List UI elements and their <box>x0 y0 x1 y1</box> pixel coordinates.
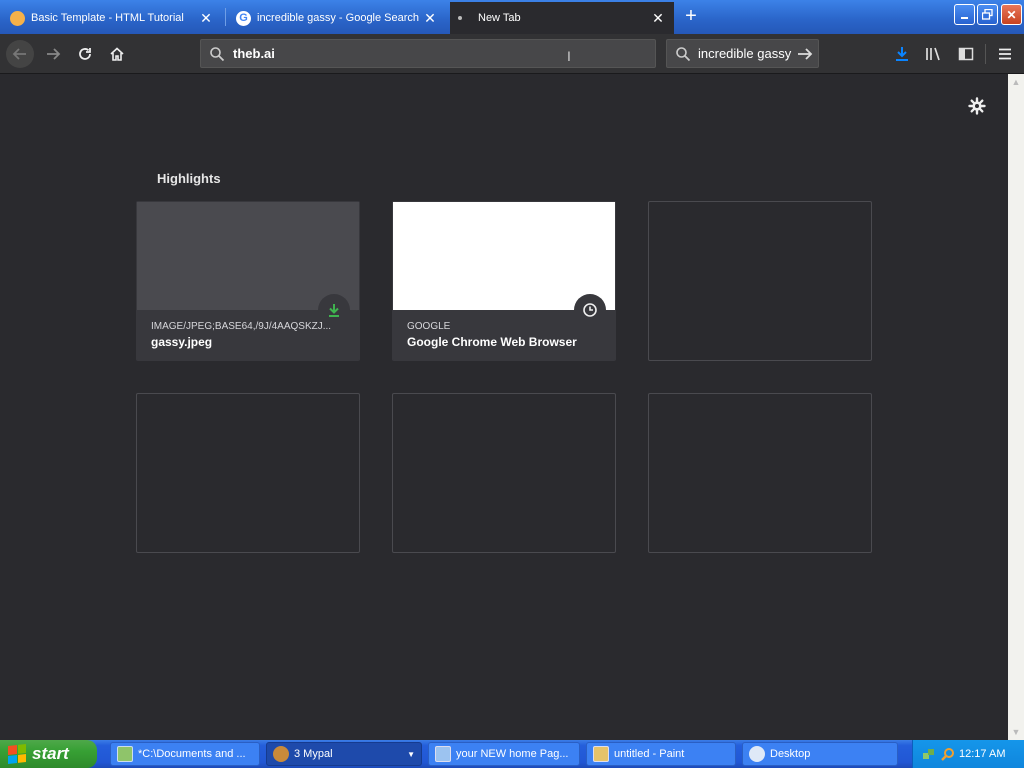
forward-arrow-icon[interactable] <box>39 40 67 68</box>
navigation-toolbar: theb.ai incredible gassy <box>0 34 1024 74</box>
card-thumbnail <box>393 202 615 310</box>
minimize-icon[interactable] <box>954 4 975 25</box>
close-tab-icon[interactable]: ✕ <box>422 10 438 26</box>
url-bar[interactable]: theb.ai <box>200 39 656 68</box>
highlights-heading: Highlights <box>157 171 221 186</box>
close-icon[interactable]: ✕ <box>1001 4 1022 25</box>
new-tab-page: Highlights IMAGE/JPEG;BASE64,/9J/4AAQSKZ… <box>0 74 1008 740</box>
library-icon[interactable] <box>920 40 948 68</box>
network-icon[interactable] <box>921 746 937 762</box>
orange-circle-icon <box>10 10 25 26</box>
taskbar-item-label: *C:\Documents and ... <box>138 748 246 760</box>
empty-highlight-slot <box>136 393 360 553</box>
taskbar-item-label: Desktop <box>770 748 811 760</box>
taskbar-item-mypal[interactable]: 3 Mypal ▼ <box>266 742 422 766</box>
new-tab-plus-icon[interactable]: + <box>680 5 702 27</box>
taskbar-item-desktop[interactable]: Desktop <box>742 742 898 766</box>
sidebar-icon[interactable] <box>952 40 980 68</box>
search-tray-icon[interactable] <box>940 746 956 762</box>
close-tab-icon[interactable]: ✕ <box>198 10 214 26</box>
mypal-icon <box>273 746 289 762</box>
card-context: IMAGE/JPEG;BASE64,/9J/4AAQSKZJ... <box>151 321 332 332</box>
hamburger-menu-icon[interactable] <box>991 40 1019 68</box>
taskbar-item-label: your NEW home Pag... <box>456 748 569 760</box>
taskbar-item-label: untitled - Paint <box>614 748 685 760</box>
home-icon[interactable] <box>103 40 131 68</box>
text-cursor-icon: I <box>567 48 571 64</box>
card-thumbnail <box>137 202 359 310</box>
tab-google-search[interactable]: G incredible gassy - Google Search ✕ <box>228 2 446 34</box>
tab-basic-template[interactable]: Basic Template - HTML Tutorial ✕ <box>2 2 222 34</box>
search-icon <box>675 46 691 62</box>
empty-highlight-slot <box>648 393 872 553</box>
downloads-icon[interactable] <box>888 40 916 68</box>
start-button[interactable]: start <box>0 740 97 768</box>
ie-icon <box>435 746 451 762</box>
dot-icon <box>458 16 462 20</box>
search-icon <box>209 46 225 62</box>
highlight-card-google[interactable]: GOOGLE Google Chrome Web Browser <box>392 201 616 361</box>
tab-title: Basic Template - HTML Tutorial <box>31 12 184 24</box>
restore-icon[interactable] <box>977 4 998 25</box>
vertical-scrollbar[interactable]: ▲ ▼ <box>1008 74 1024 740</box>
tab-title: incredible gassy - Google Search <box>257 12 420 24</box>
google-g-icon: G <box>236 10 251 26</box>
clock[interactable]: 12:17 AM <box>959 748 1005 760</box>
taskbar-item-ie[interactable]: your NEW home Pag... <box>428 742 580 766</box>
search-input[interactable]: incredible gassy <box>698 46 796 61</box>
tab-strip: Basic Template - HTML Tutorial ✕ G incre… <box>0 0 1024 34</box>
empty-highlight-slot <box>648 201 872 361</box>
highlight-card-gassy[interactable]: IMAGE/JPEG;BASE64,/9J/4AAQSKZJ... gassy.… <box>136 201 360 361</box>
taskbar-item-label: 3 Mypal <box>294 748 333 760</box>
tab-title: New Tab <box>478 12 521 24</box>
card-title: gassy.jpeg <box>151 335 213 349</box>
chevron-down-icon: ▼ <box>407 749 415 759</box>
taskbar-item-notepad[interactable]: *C:\Documents and ... <box>110 742 260 766</box>
desktop-icon <box>749 746 765 762</box>
windows-logo-icon <box>8 744 26 764</box>
system-tray: 12:17 AM <box>912 740 1024 768</box>
url-text: theb.ai <box>233 46 275 61</box>
toolbar-separator <box>985 44 986 64</box>
notepad-icon <box>117 746 133 762</box>
card-title: Google Chrome Web Browser <box>407 335 577 349</box>
card-context: GOOGLE <box>407 321 451 332</box>
scroll-down-arrow-icon[interactable]: ▼ <box>1008 724 1024 740</box>
taskbar-item-paint[interactable]: untitled - Paint <box>586 742 736 766</box>
windows-taskbar: start *C:\Documents and ... 3 Mypal ▼ yo… <box>0 740 1024 768</box>
search-bar[interactable]: incredible gassy <box>666 39 819 68</box>
tab-new-tab[interactable]: New Tab ✕ <box>450 2 674 34</box>
start-label: start <box>32 744 69 763</box>
tab-separator <box>225 8 226 26</box>
close-tab-icon[interactable]: ✕ <box>650 10 666 26</box>
reload-icon[interactable] <box>71 40 99 68</box>
empty-highlight-slot <box>392 393 616 553</box>
paint-icon <box>593 746 609 762</box>
gear-icon[interactable] <box>965 94 989 118</box>
scroll-up-arrow-icon[interactable]: ▲ <box>1008 74 1024 90</box>
go-arrow-icon[interactable] <box>796 46 818 62</box>
back-arrow-icon[interactable] <box>6 40 34 68</box>
